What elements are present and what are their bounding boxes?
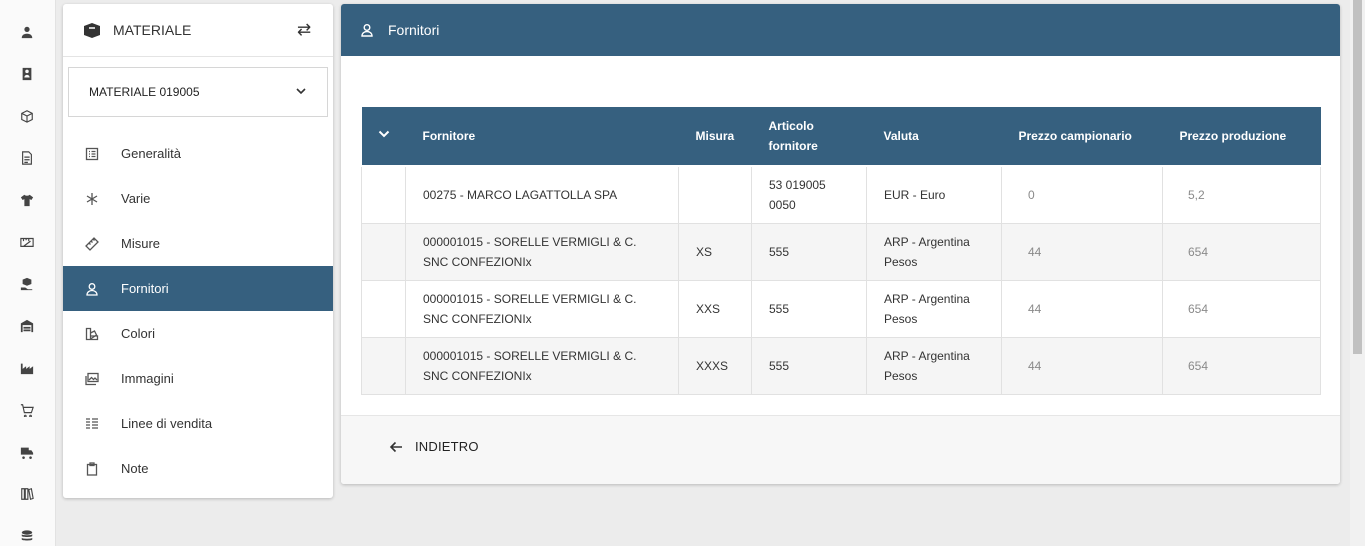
row-expander-cell[interactable] bbox=[361, 222, 406, 281]
column-header-misura[interactable]: Misura bbox=[678, 107, 752, 167]
supplier-icon bbox=[360, 22, 376, 38]
side-panel-header: MATERIALE ⇄ bbox=[63, 4, 333, 57]
cell-misura: XS bbox=[678, 222, 752, 281]
box-open-icon[interactable] bbox=[18, 107, 36, 125]
cell-prezzo-produzione: 654 bbox=[1162, 336, 1321, 395]
menu-item-label: Colori bbox=[121, 326, 155, 341]
cell-misura bbox=[678, 165, 752, 224]
cell-prezzo-produzione: 5,2 bbox=[1162, 165, 1321, 224]
cell-misura: XXS bbox=[678, 279, 752, 338]
chevron-down-icon bbox=[378, 130, 389, 138]
table-header-row: Fornitore Misura Articolo fornitore Valu… bbox=[361, 107, 1321, 167]
document-icon[interactable] bbox=[18, 149, 36, 167]
material-select[interactable]: MATERIALE 019005 bbox=[68, 67, 328, 117]
box-icon bbox=[83, 21, 101, 39]
cell-articolo: 53 019005 0050 bbox=[751, 165, 867, 224]
row-expander-cell[interactable] bbox=[361, 279, 406, 338]
column-header-articolo-fornitore[interactable]: Articolo fornitore bbox=[751, 107, 867, 167]
back-button-label: INDIETRO bbox=[415, 439, 479, 454]
tshirt-icon[interactable] bbox=[18, 191, 36, 209]
cell-fornitore: 00275 - MARCO LAGATTOLLA SPA bbox=[405, 165, 679, 224]
supplier-icon bbox=[84, 281, 100, 297]
icon-rail bbox=[0, 0, 56, 546]
cell-fornitore: 000001015 - SORELLE VERMIGLI & C. SNC CO… bbox=[405, 222, 679, 281]
side-menu: Generalità Varie Misure Fornitori Colori… bbox=[63, 131, 333, 491]
menu-item-label: Linee di vendita bbox=[121, 416, 213, 431]
suppliers-table: Fornitore Misura Articolo fornitore Valu… bbox=[361, 107, 1321, 395]
cell-valuta: ARP - Argentina Pesos bbox=[866, 336, 1002, 395]
side-panel-title: MATERIALE bbox=[113, 22, 192, 38]
cell-prezzo-campionario: 44 bbox=[1001, 336, 1163, 395]
menu-item-label: Fornitori bbox=[121, 281, 169, 296]
material-select-value: MATERIALE 019005 bbox=[89, 85, 200, 99]
cell-valuta: ARP - Argentina Pesos bbox=[866, 279, 1002, 338]
coins-icon[interactable] bbox=[18, 527, 36, 545]
menu-item-label: Varie bbox=[121, 191, 151, 206]
asterisk-icon bbox=[84, 191, 100, 207]
column-header-prezzo-campionario[interactable]: Prezzo campionario bbox=[1001, 107, 1163, 167]
cell-misura: XXXS bbox=[678, 336, 752, 395]
ruler-box-icon[interactable] bbox=[18, 233, 36, 251]
suppliers-card: Fornitori Fornitore Misura Articolo forn… bbox=[341, 4, 1340, 484]
ruler-icon bbox=[84, 236, 100, 252]
menu-item-colori[interactable]: Colori bbox=[63, 311, 333, 356]
column-header-valuta[interactable]: Valuta bbox=[866, 107, 1002, 167]
truck-icon[interactable] bbox=[18, 443, 36, 461]
image-icon bbox=[84, 371, 100, 387]
row-expander-cell[interactable] bbox=[361, 336, 406, 395]
books-icon[interactable] bbox=[18, 485, 36, 503]
menu-item-fornitori[interactable]: Fornitori bbox=[63, 266, 333, 311]
menu-item-generalita[interactable]: Generalità bbox=[63, 131, 333, 176]
row-expander-cell[interactable] bbox=[361, 165, 406, 224]
lines-icon bbox=[84, 416, 100, 432]
card-footer: INDIETRO bbox=[341, 415, 1340, 484]
menu-item-label: Misure bbox=[121, 236, 161, 251]
cell-fornitore: 000001015 - SORELLE VERMIGLI & C. SNC CO… bbox=[405, 279, 679, 338]
clipboard-icon bbox=[84, 461, 100, 477]
cell-valuta: ARP - Argentina Pesos bbox=[866, 222, 1002, 281]
material-side-panel: MATERIALE ⇄ MATERIALE 019005 Generalità … bbox=[63, 4, 333, 498]
cell-prezzo-campionario: 44 bbox=[1001, 279, 1163, 338]
cell-prezzo-campionario: 0 bbox=[1001, 165, 1163, 224]
cell-articolo: 555 bbox=[751, 222, 867, 281]
box-hand-icon[interactable] bbox=[18, 275, 36, 293]
menu-item-label: Immagini bbox=[121, 371, 174, 386]
column-header-fornitore[interactable]: Fornitore bbox=[405, 107, 679, 167]
cell-prezzo-produzione: 654 bbox=[1162, 279, 1321, 338]
table-row[interactable]: 00275 - MARCO LAGATTOLLA SPA 53 019005 0… bbox=[361, 165, 1321, 224]
cell-prezzo-produzione: 654 bbox=[1162, 222, 1321, 281]
cart-icon[interactable] bbox=[18, 401, 36, 419]
chevron-down-icon bbox=[295, 85, 307, 100]
back-button[interactable]: INDIETRO bbox=[389, 439, 479, 454]
cell-articolo: 555 bbox=[751, 279, 867, 338]
menu-item-label: Note bbox=[121, 461, 149, 476]
table-row[interactable]: 000001015 - SORELLE VERMIGLI & C. SNC CO… bbox=[361, 279, 1321, 338]
menu-item-label: Generalità bbox=[121, 146, 181, 161]
suppliers-card-header: Fornitori bbox=[341, 4, 1340, 56]
table-row[interactable]: 000001015 - SORELLE VERMIGLI & C. SNC CO… bbox=[361, 336, 1321, 395]
menu-item-immagini[interactable]: Immagini bbox=[63, 356, 333, 401]
page-scrollbar[interactable] bbox=[1350, 0, 1365, 546]
arrow-left-icon bbox=[389, 441, 402, 452]
palette-icon bbox=[84, 326, 100, 342]
swap-icon[interactable]: ⇄ bbox=[295, 20, 313, 39]
menu-item-varie[interactable]: Varie bbox=[63, 176, 333, 221]
scrollbar-thumb[interactable] bbox=[1353, 0, 1362, 354]
menu-item-linee-di-vendita[interactable]: Linee di vendita bbox=[63, 401, 333, 446]
menu-item-note[interactable]: Note bbox=[63, 446, 333, 491]
list-icon bbox=[84, 146, 100, 162]
table-row[interactable]: 000001015 - SORELLE VERMIGLI & C. SNC CO… bbox=[361, 222, 1321, 281]
cell-valuta: EUR - Euro bbox=[866, 165, 1002, 224]
column-header-prezzo-produzione[interactable]: Prezzo produzione bbox=[1162, 107, 1321, 167]
card-title: Fornitori bbox=[388, 22, 440, 38]
warehouse-icon[interactable] bbox=[18, 317, 36, 335]
contact-card-icon[interactable] bbox=[18, 65, 36, 83]
expand-all-toggle[interactable] bbox=[361, 107, 406, 167]
cell-fornitore: 000001015 - SORELLE VERMIGLI & C. SNC CO… bbox=[405, 336, 679, 395]
menu-item-misure[interactable]: Misure bbox=[63, 221, 333, 266]
factory-icon[interactable] bbox=[18, 359, 36, 377]
cell-articolo: 555 bbox=[751, 336, 867, 395]
cell-prezzo-campionario: 44 bbox=[1001, 222, 1163, 281]
user-icon[interactable] bbox=[18, 23, 36, 41]
